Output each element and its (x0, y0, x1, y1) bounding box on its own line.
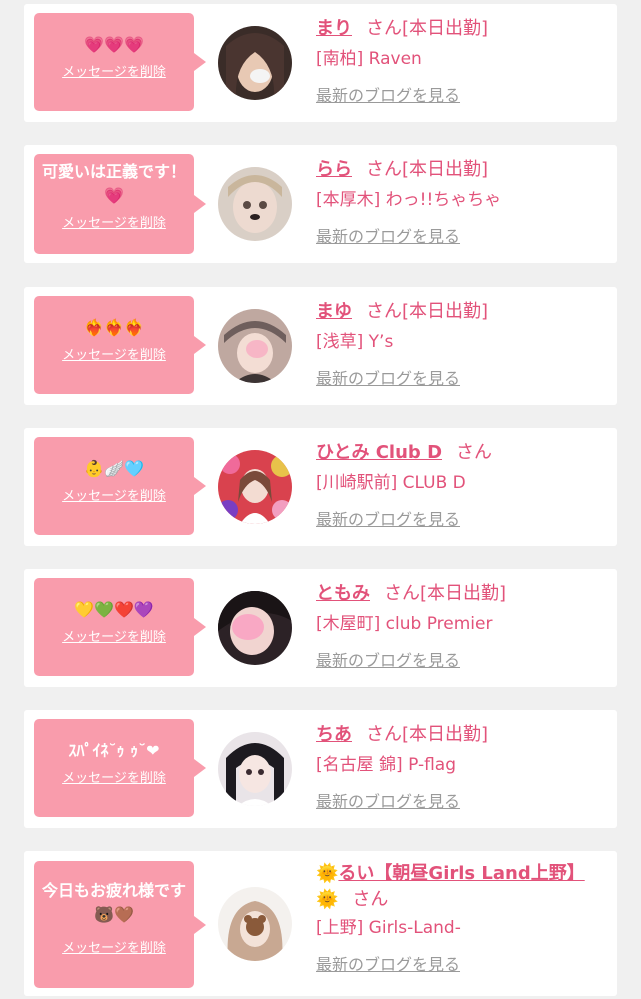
shop-name: [本厚木] わっ!!ちゃちゃ (316, 190, 502, 210)
san-label: さん (366, 301, 402, 322)
latest-blog-link[interactable]: 最新のブログを見る (316, 788, 460, 812)
message-bubble: 👶🪽🩵 メッセージを削除 (34, 437, 206, 535)
girl-name-link[interactable]: らら (316, 159, 352, 180)
avatar[interactable] (218, 591, 292, 665)
girl-name-link[interactable]: るい【朝昼Girls Land上野】 (338, 863, 584, 884)
avatar[interactable] (218, 732, 292, 806)
avatar[interactable] (218, 450, 292, 524)
shop-name: [木屋町] club Premier (316, 614, 493, 634)
avatar[interactable] (218, 26, 292, 100)
message-text: ❤️‍🔥❤️‍🔥❤️‍🔥 (84, 318, 144, 337)
girl-name-link[interactable]: ともみ (316, 583, 370, 604)
message-text: ｽﾊﾟｲﾈ˘ｩ ｩ˘❤ (68, 741, 160, 760)
delete-message-link[interactable]: メッセージを削除 (42, 344, 186, 363)
message-text: 💛💚❤️💜 (74, 600, 154, 619)
san-label: さん (366, 18, 402, 39)
girl-name-link[interactable]: ちあ (316, 724, 352, 745)
shop-name: [南柏] Raven (316, 49, 422, 69)
girl-info: ちあ さん[本日出勤] [名古屋 錦] P-flag 最新のブログを見る (316, 722, 611, 812)
shop-name: [上野] Girls-Land- (316, 918, 461, 938)
avatar[interactable] (218, 167, 292, 241)
sun-icon: 🌞 (316, 863, 339, 884)
message-card: ❤️‍🔥❤️‍🔥❤️‍🔥 メッセージを削除 まゆ さん[本日出勤] [浅草] Y’… (24, 287, 617, 405)
message-bubble: 💛💚❤️💜 メッセージを削除 (34, 578, 206, 676)
delete-message-link[interactable]: メッセージを削除 (42, 767, 186, 786)
shop-name: [浅草] Y’s (316, 332, 394, 352)
message-card: 💗💗💗 メッセージを削除 まり さん[本日出勤] [南柏] Raven 最新のブロ… (24, 4, 617, 122)
girl-info: らら さん[本日出勤] [本厚木] わっ!!ちゃちゃ 最新のブログを見る (316, 157, 611, 247)
girl-name-link[interactable]: ひとみ Club D (316, 442, 442, 463)
latest-blog-link[interactable]: 最新のブログを見る (316, 647, 460, 671)
shop-name: [名古屋 錦] P-flag (316, 755, 457, 775)
latest-blog-link[interactable]: 最新のブログを見る (316, 82, 460, 106)
delete-message-link[interactable]: メッセージを削除 (42, 937, 186, 956)
message-card: ｽﾊﾟｲﾈ˘ｩ ｩ˘❤ メッセージを削除 ちあ さん[本日出勤] [名古屋 錦] … (24, 710, 617, 828)
message-bubble: 今日もお疲れ様です🐻🤎 メッセージを削除 (34, 861, 206, 988)
latest-blog-link[interactable]: 最新のブログを見る (316, 365, 460, 389)
working-today-badge: [本日出勤] (402, 724, 489, 745)
girl-info: 🌞るい【朝昼Girls Land上野】 🌞 さん [上野] Girls-Land-… (316, 861, 611, 975)
message-bubble: 💗💗💗 メッセージを削除 (34, 13, 206, 111)
working-today-badge: [本日出勤] (402, 18, 489, 39)
girl-info: ともみ さん[本日出勤] [木屋町] club Premier 最新のブログを見る (316, 581, 611, 671)
san-label: さん (384, 583, 420, 604)
girl-info: まゆ さん[本日出勤] [浅草] Y’s 最新のブログを見る (316, 299, 611, 389)
san-label: さん (352, 889, 389, 910)
working-today-badge: [本日出勤] (402, 159, 489, 180)
san-label: さん (456, 442, 493, 463)
message-text: 👶🪽🩵 (84, 459, 144, 478)
delete-message-link[interactable]: メッセージを削除 (42, 61, 186, 80)
latest-blog-link[interactable]: 最新のブログを見る (316, 506, 460, 530)
avatar[interactable] (218, 309, 292, 383)
latest-blog-link[interactable]: 最新のブログを見る (316, 223, 460, 247)
shop-name: [川崎駅前] CLUB D (316, 473, 466, 493)
message-card: 可愛いは正義です！💗 メッセージを削除 らら さん[本日出勤] [本厚木] わっ!… (24, 145, 617, 263)
message-bubble: ❤️‍🔥❤️‍🔥❤️‍🔥 メッセージを削除 (34, 296, 206, 394)
delete-message-link[interactable]: メッセージを削除 (42, 212, 186, 231)
message-bubble: 可愛いは正義です！💗 メッセージを削除 (34, 154, 206, 254)
delete-message-link[interactable]: メッセージを削除 (42, 626, 186, 645)
message-card: 今日もお疲れ様です🐻🤎 メッセージを削除 🌞るい【朝昼Girls Land上野】… (24, 851, 617, 996)
delete-message-link[interactable]: メッセージを削除 (42, 485, 186, 504)
working-today-badge: [本日出勤] (420, 583, 507, 604)
sun-icon: 🌞 (316, 889, 339, 910)
message-card: 💛💚❤️💜 メッセージを削除 ともみ さん[本日出勤] [木屋町] club Pr… (24, 569, 617, 687)
girl-name-link[interactable]: まゆ (316, 301, 352, 322)
san-label: さん (366, 159, 402, 180)
message-bubble: ｽﾊﾟｲﾈ˘ｩ ｩ˘❤ メッセージを削除 (34, 719, 206, 817)
san-label: さん (366, 724, 402, 745)
avatar[interactable] (218, 887, 292, 961)
message-text: 💗💗💗 (84, 35, 144, 54)
working-today-badge: [本日出勤] (402, 301, 489, 322)
latest-blog-link[interactable]: 最新のブログを見る (316, 951, 460, 975)
message-card: 👶🪽🩵 メッセージを削除 ひとみ Club D さん [川崎駅前] CLUB D … (24, 428, 617, 546)
message-text: 可愛いは正義です！💗 (42, 162, 187, 205)
girl-name-link[interactable]: まり (316, 18, 352, 39)
girl-info: ひとみ Club D さん [川崎駅前] CLUB D 最新のブログを見る (316, 440, 611, 530)
message-text: 今日もお疲れ様です🐻🤎 (42, 881, 187, 924)
girl-info: まり さん[本日出勤] [南柏] Raven 最新のブログを見る (316, 16, 611, 106)
